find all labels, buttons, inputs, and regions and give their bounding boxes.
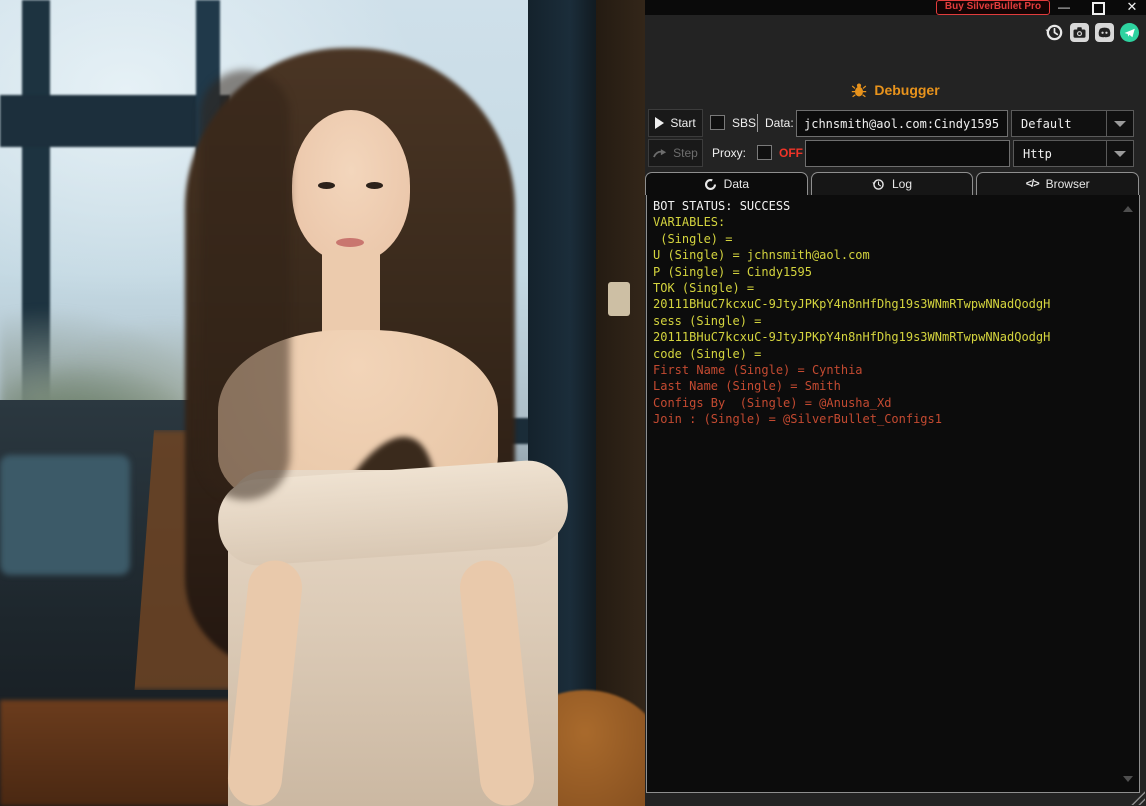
debugger-header: Debugger [645, 82, 1146, 98]
bug-icon [852, 83, 867, 98]
sbs-label: SBS [732, 116, 757, 130]
tab-browser-label: Browser [1045, 177, 1090, 191]
history-icon[interactable] [1045, 23, 1064, 42]
console-line: First Name (Single) = Cynthia [653, 363, 863, 378]
tab-data[interactable]: Data [645, 172, 808, 195]
console-line: P (Single) = Cindy1595 [653, 264, 812, 279]
minimize-button[interactable]: — [1053, 0, 1075, 15]
console-line: code (Single) = [653, 346, 769, 361]
step-icon [653, 148, 667, 157]
log-history-icon [872, 178, 884, 190]
camera-icon[interactable] [1070, 23, 1089, 42]
quick-toolbar [1045, 23, 1139, 42]
console-line: sess (Single) = [653, 313, 769, 328]
proxy-type-selected: Http [1023, 146, 1052, 161]
title-bar: Buy SilverBullet Pro — ✕ [645, 0, 1146, 15]
console-line: TOK (Single) = [653, 281, 762, 296]
debugger-panel: Buy SilverBullet Pro — ✕ Debugger Start … [645, 0, 1146, 806]
close-button[interactable]: ✕ [1121, 0, 1143, 15]
buy-pro-button[interactable]: Buy SilverBullet Pro [936, 0, 1050, 15]
start-label: Start [670, 116, 696, 130]
telegram-icon[interactable] [1120, 23, 1139, 42]
discord-icon[interactable] [1095, 23, 1114, 42]
separator [757, 114, 758, 132]
proxy-type-dropdown[interactable]: Http [1013, 140, 1134, 167]
tab-bar: Data Log </> Browser [645, 172, 1140, 195]
console-line: 20111BHuC7kcxuC-9JtyJPKpY4n8nHfDhg19s3WN… [653, 330, 1051, 345]
console-line: Join : (Single) = @SilverBullet_Configs1 [653, 412, 942, 427]
photo-wall [596, 0, 645, 806]
photo-person-neck [322, 250, 380, 340]
debugger-title: Debugger [874, 82, 940, 98]
step-button[interactable]: Step [648, 139, 703, 167]
maximize-icon [1091, 2, 1105, 15]
play-icon [655, 117, 665, 129]
data-icon [704, 178, 716, 190]
console-output[interactable]: BOT STATUS: SUCCESS VARIABLES: (Single) =… [646, 195, 1140, 793]
console-line: BOT STATUS: SUCCESS [653, 199, 791, 213]
photo-person-eye [318, 182, 335, 189]
console-line: (Single) = [653, 231, 740, 246]
resize-grip[interactable] [1131, 791, 1145, 805]
tab-browser[interactable]: </> Browser [976, 172, 1140, 195]
maximize-button[interactable] [1087, 0, 1109, 15]
data-input[interactable] [796, 110, 1008, 137]
photo-person-hair-front [200, 70, 290, 500]
console-line: Last Name (Single) = Smith [653, 379, 841, 394]
console-line: U (Single) = jchnsmith@aol.com [653, 248, 870, 263]
photo-wallpaper [0, 0, 645, 806]
console-line: Configs By (Single) = @Anusha_Xd [653, 395, 892, 410]
photo-person-eye [366, 182, 383, 189]
console-line: 20111BHuC7kcxuC-9JtyJPKpY4n8nHfDhg19s3WN… [653, 297, 1051, 312]
code-icon: </> [1025, 178, 1040, 190]
chevron-down-icon [1107, 120, 1133, 127]
console-line: VARIABLES: [653, 215, 726, 230]
start-button[interactable]: Start [648, 109, 703, 137]
proxy-label: Proxy: [712, 146, 747, 160]
app-window: Buy SilverBullet Pro — ✕ Debugger Start … [0, 0, 1146, 806]
step-label: Step [673, 146, 698, 160]
config-selected: Default [1021, 116, 1072, 131]
photo-person-lips [336, 238, 364, 247]
tab-log[interactable]: Log [810, 172, 974, 195]
tab-data-label: Data [723, 177, 750, 191]
proxy-input[interactable] [805, 140, 1010, 167]
sbs-checkbox[interactable] [710, 115, 725, 130]
data-label: Data: [765, 116, 794, 130]
photo-light-switch [608, 282, 630, 316]
proxy-status: OFF [779, 146, 803, 160]
photo-table [0, 455, 130, 575]
tab-log-label: Log [891, 177, 913, 191]
scroll-down-icon[interactable] [1123, 776, 1133, 782]
proxy-checkbox[interactable] [757, 145, 772, 160]
chevron-down-icon [1107, 150, 1133, 157]
config-dropdown[interactable]: Default [1011, 110, 1134, 137]
scroll-up-icon[interactable] [1123, 206, 1133, 212]
